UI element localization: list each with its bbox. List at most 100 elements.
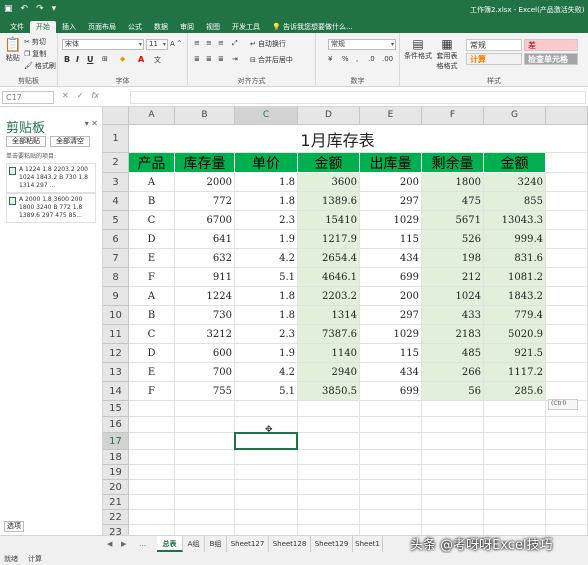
table-cell[interactable]: 115 xyxy=(360,230,422,249)
grid-cell[interactable] xyxy=(546,465,588,480)
grid-cell[interactable] xyxy=(546,249,588,268)
grid-cell[interactable] xyxy=(298,433,360,450)
table-cell[interactable]: 1029 xyxy=(360,325,422,344)
grid-cell[interactable] xyxy=(235,525,298,535)
table-cell[interactable]: 1.8 xyxy=(235,173,298,192)
row-header[interactable]: 9 xyxy=(103,287,129,306)
function-icon[interactable]: fx xyxy=(91,91,99,100)
decrease-decimal-icon[interactable]: .00 xyxy=(382,55,393,63)
paste-options-tag[interactable]: (Ctrl) xyxy=(548,399,578,410)
table-cell[interactable]: 1117.2 xyxy=(484,363,546,382)
tab-formulas[interactable]: 公式 xyxy=(122,21,148,33)
row-header[interactable]: 2 xyxy=(103,153,129,173)
table-cell[interactable]: C xyxy=(129,325,175,344)
grid-cell[interactable] xyxy=(484,433,546,450)
table-cell[interactable]: 1081.2 xyxy=(484,268,546,287)
table-cell[interactable]: 1314 xyxy=(298,306,360,325)
table-cell[interactable]: 434 xyxy=(360,249,422,268)
font-size-select[interactable]: 11 ▾ xyxy=(146,39,168,50)
grid-cell[interactable] xyxy=(175,510,235,525)
column-header-extra[interactable] xyxy=(546,107,588,125)
grid-cell[interactable] xyxy=(422,465,484,480)
currency-icon[interactable]: ¥ xyxy=(328,55,332,63)
sheet-tab[interactable]: Sheet127 xyxy=(227,536,269,552)
bottom-align-icon[interactable]: ≡ xyxy=(218,39,224,47)
grid-cell[interactable] xyxy=(422,450,484,465)
column-header-c[interactable]: C xyxy=(235,107,298,125)
grid-cell[interactable] xyxy=(360,417,422,433)
style-check-cell[interactable]: 检查单元格 xyxy=(524,53,578,65)
row-header[interactable]: 19 xyxy=(103,465,129,480)
grid-cell[interactable] xyxy=(546,363,588,382)
grid-cell[interactable] xyxy=(129,401,175,417)
table-cell[interactable]: 285.6 xyxy=(484,382,546,401)
close-icon[interactable]: ✕ xyxy=(91,119,98,128)
sheet-tab[interactable]: 总表 xyxy=(157,536,183,552)
grid-cell[interactable] xyxy=(175,480,235,495)
column-header-b[interactable]: B xyxy=(175,107,235,125)
table-cell[interactable]: 212 xyxy=(422,268,484,287)
table-cell[interactable]: 1224 xyxy=(175,287,235,306)
table-cell[interactable]: F xyxy=(129,268,175,287)
table-cell[interactable]: 1140 xyxy=(298,344,360,363)
table-header-cell[interactable]: 库存量 xyxy=(175,153,235,173)
more-sheets-icon[interactable]: … xyxy=(139,540,146,548)
row-header[interactable]: 23 xyxy=(103,525,129,535)
grid-cell[interactable] xyxy=(360,465,422,480)
table-cell[interactable]: 297 xyxy=(360,306,422,325)
orientation-icon[interactable]: ⤢ xyxy=(232,39,238,48)
table-cell[interactable]: F xyxy=(129,382,175,401)
grid-cell[interactable] xyxy=(129,450,175,465)
column-header-a[interactable]: A xyxy=(129,107,175,125)
table-cell[interactable]: 3240 xyxy=(484,173,546,192)
grid-cell[interactable] xyxy=(546,230,588,249)
column-header-f[interactable]: F xyxy=(422,107,484,125)
paste-button[interactable]: 📋 粘贴 xyxy=(4,37,21,63)
sheet-tab[interactable]: Sheet129 xyxy=(311,536,353,552)
grid-cell[interactable] xyxy=(546,287,588,306)
grid-cell[interactable] xyxy=(129,417,175,433)
grid-cell[interactable] xyxy=(129,433,175,450)
grid-cell[interactable] xyxy=(546,417,588,433)
table-cell[interactable]: 1024 xyxy=(422,287,484,306)
grid-cell[interactable] xyxy=(360,433,422,450)
table-cell[interactable]: 485 xyxy=(422,344,484,363)
grid-cell[interactable] xyxy=(360,450,422,465)
table-cell[interactable]: 1.8 xyxy=(235,192,298,211)
grid-cell[interactable] xyxy=(546,153,588,173)
grid-cell[interactable] xyxy=(360,495,422,510)
tab-view[interactable]: 视图 xyxy=(200,21,226,33)
copy-button[interactable]: ❐ 复制 xyxy=(24,49,46,59)
table-cell[interactable]: B xyxy=(129,192,175,211)
table-cell[interactable]: 700 xyxy=(175,363,235,382)
grid-cell[interactable] xyxy=(175,525,235,535)
border-icon[interactable]: ⊞ xyxy=(102,55,108,63)
column-header-g[interactable]: G xyxy=(484,107,546,125)
clipboard-options-button[interactable]: 选项 xyxy=(4,521,24,532)
fill-color-icon[interactable]: ◆ xyxy=(120,55,125,63)
grow-font-icon[interactable]: A ^ xyxy=(170,40,182,48)
row-header[interactable]: 7 xyxy=(103,249,129,268)
row-header[interactable]: 13 xyxy=(103,363,129,382)
table-cell[interactable]: 198 xyxy=(422,249,484,268)
table-cell[interactable]: 266 xyxy=(422,363,484,382)
table-cell[interactable]: 4.2 xyxy=(235,363,298,382)
grid-cell[interactable] xyxy=(546,495,588,510)
grid-cell[interactable] xyxy=(129,465,175,480)
comma-icon[interactable]: , xyxy=(356,55,358,63)
grid-cell[interactable] xyxy=(422,510,484,525)
table-cell[interactable]: 4.2 xyxy=(235,249,298,268)
tab-home[interactable]: 开始 xyxy=(30,21,56,33)
table-cell[interactable]: 911 xyxy=(175,268,235,287)
table-cell[interactable]: 730 xyxy=(175,306,235,325)
table-cell[interactable]: 999.4 xyxy=(484,230,546,249)
table-cell[interactable]: 56 xyxy=(422,382,484,401)
row-header[interactable]: 22 xyxy=(103,510,129,525)
tab-developer[interactable]: 开发工具 xyxy=(226,21,266,33)
table-cell[interactable]: 1800 xyxy=(422,173,484,192)
grid-cell[interactable] xyxy=(360,480,422,495)
row-header[interactable]: 14 xyxy=(103,382,129,401)
table-header-cell[interactable]: 剩余量 xyxy=(422,153,484,173)
table-header-cell[interactable]: 金额 xyxy=(484,153,546,173)
column-header-d[interactable]: D xyxy=(298,107,360,125)
